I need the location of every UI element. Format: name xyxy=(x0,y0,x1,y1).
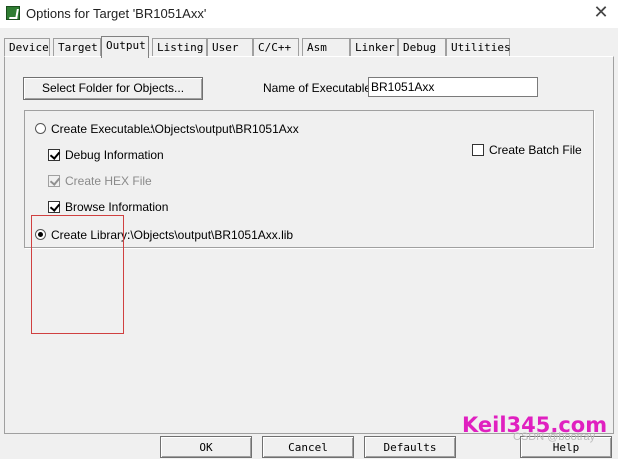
tab-debug[interactable]: Debug xyxy=(398,38,446,56)
tab-cpp[interactable]: C/C++ xyxy=(253,38,299,56)
ok-button[interactable]: OK xyxy=(160,436,252,458)
create-hex-file-checkbox xyxy=(48,175,60,187)
keil-app-icon xyxy=(6,6,20,20)
title-bar: Options for Target 'BR1051Axx' ✕ xyxy=(0,0,618,28)
cancel-button[interactable]: Cancel xyxy=(262,436,354,458)
tab-user[interactable]: User xyxy=(207,38,253,56)
browse-information-label: Browse Information xyxy=(65,200,169,214)
close-icon[interactable]: ✕ xyxy=(590,2,612,24)
create-hex-file-label: Create HEX File xyxy=(65,174,152,188)
name-of-executable-input[interactable]: BR1051Axx xyxy=(368,77,538,97)
debug-information-checkbox[interactable] xyxy=(48,149,60,161)
select-folder-button[interactable]: Select Folder for Objects... xyxy=(23,77,203,100)
create-executable-radio[interactable] xyxy=(35,123,46,134)
tab-target[interactable]: Target xyxy=(53,38,101,56)
window-title: Options for Target 'BR1051Axx' xyxy=(26,6,207,21)
name-of-executable-label: Name of Executable: xyxy=(263,81,375,95)
defaults-button[interactable]: Defaults xyxy=(364,436,456,458)
tab-asm[interactable]: Asm xyxy=(302,38,350,56)
tab-device[interactable]: Device xyxy=(4,38,50,56)
highlight-annotation-box xyxy=(31,215,124,334)
create-executable-path: .\Objects\output\BR1051Axx xyxy=(148,122,299,136)
tab-linker[interactable]: Linker xyxy=(350,38,398,56)
tab-output[interactable]: Output xyxy=(101,36,149,58)
tab-listing[interactable]: Listing xyxy=(152,38,207,56)
create-executable-label: Create Executable: xyxy=(51,122,154,136)
create-batch-file-checkbox[interactable] xyxy=(472,144,484,156)
tab-utilities[interactable]: Utilities xyxy=(446,38,511,56)
csdn-watermark: CSDN @bootray xyxy=(513,431,596,443)
browse-information-checkbox[interactable] xyxy=(48,201,60,213)
create-library-path: .\Objects\output\BR1051Axx.lib xyxy=(127,228,294,242)
create-batch-file-label: Create Batch File xyxy=(489,143,582,157)
debug-information-label: Debug Information xyxy=(65,148,164,162)
